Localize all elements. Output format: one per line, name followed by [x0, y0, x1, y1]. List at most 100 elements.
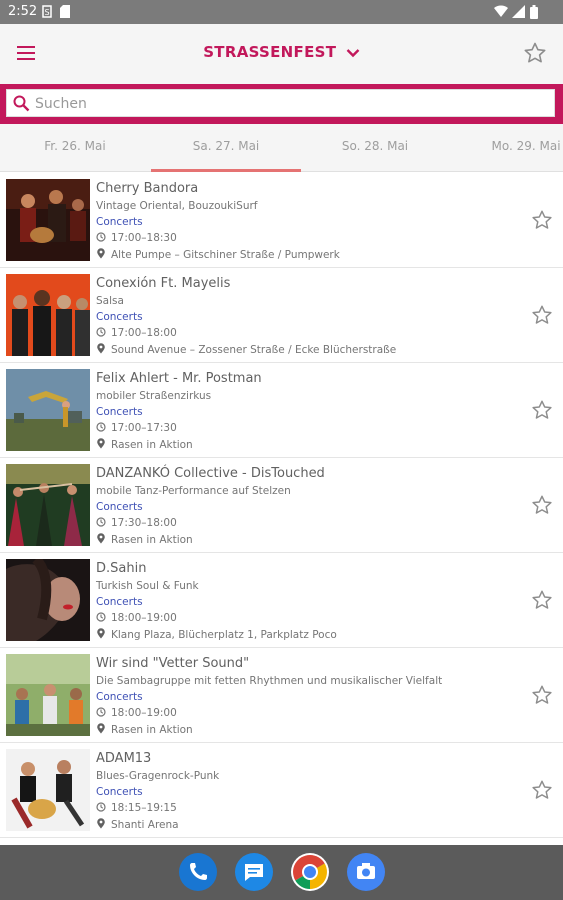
event-photo: [6, 179, 90, 261]
clock-icon: [96, 612, 106, 625]
event-photo: [6, 654, 90, 736]
event-item[interactable]: D.Sahin Turkish Soul & Funk Concerts 18:…: [0, 553, 563, 648]
event-time-row: 17:00–18:00: [96, 327, 177, 340]
event-time: 17:00–18:00: [111, 327, 177, 339]
event-location: Alte Pumpe – Gitschiner Straße / Pumpwer…: [111, 249, 340, 261]
event-time-row: 17:00–18:30: [96, 232, 177, 245]
day-tabs: Fr. 26. Mai Sa. 27. Mai So. 28. Mai Mo. …: [0, 124, 563, 172]
event-category: Concerts: [96, 406, 143, 418]
event-location-row: Rasen in Aktion: [96, 438, 193, 452]
event-category: Concerts: [96, 786, 143, 798]
event-photo: [6, 369, 90, 451]
event-photo: [6, 464, 90, 546]
svg-text:S: S: [45, 8, 50, 17]
app-dock: [0, 845, 563, 900]
event-item[interactable]: DANZANKÓ Collective - DisTouched mobile …: [0, 458, 563, 553]
active-tab-indicator: [151, 169, 301, 172]
event-time-row: 18:15–19:15: [96, 802, 177, 815]
tab-fr-26-mai[interactable]: Fr. 26. Mai: [0, 139, 150, 153]
sd-card-icon: [60, 5, 70, 22]
event-location: Shanti Arena: [111, 819, 179, 831]
event-category: Concerts: [96, 596, 143, 608]
event-time-row: 17:30–18:00: [96, 517, 177, 530]
app-bar: STRASSENFEST: [0, 24, 563, 84]
event-category: Concerts: [96, 691, 143, 703]
festival-selector[interactable]: STRASSENFEST: [0, 43, 563, 62]
favorite-star-icon[interactable]: [531, 304, 553, 330]
favorite-star-icon[interactable]: [531, 494, 553, 520]
clock-icon: [96, 517, 106, 530]
event-time: 18:00–19:00: [111, 707, 177, 719]
event-list: Cherry Bandora Vintage Oriental, Bouzouk…: [0, 173, 563, 838]
event-time: 17:30–18:00: [111, 517, 177, 529]
search-input[interactable]: [33, 93, 537, 115]
messages-app-icon[interactable]: [235, 853, 273, 891]
location-pin-icon: [96, 343, 106, 357]
event-location-row: Rasen in Aktion: [96, 533, 193, 547]
favorite-star-icon[interactable]: [531, 684, 553, 710]
event-subtitle: Salsa: [96, 295, 124, 307]
event-item[interactable]: Wir sind "Vetter Sound" Die Sambagruppe …: [0, 648, 563, 743]
event-photo: [6, 274, 90, 356]
event-title: Cherry Bandora: [96, 181, 199, 196]
event-item[interactable]: Felix Ahlert - Mr. Postman mobiler Straß…: [0, 363, 563, 458]
event-time-row: 18:00–19:00: [96, 612, 177, 625]
event-photo: [6, 559, 90, 641]
location-pin-icon: [96, 248, 106, 262]
event-time-row: 18:00–19:00: [96, 707, 177, 720]
event-subtitle: Blues-Gragenrock-Punk: [96, 770, 220, 782]
favorite-star-icon[interactable]: [531, 399, 553, 425]
event-location: Rasen in Aktion: [111, 724, 193, 736]
event-time: 18:15–19:15: [111, 802, 177, 814]
search-box: [6, 89, 555, 117]
clock-icon: [96, 232, 106, 245]
wifi-icon: [494, 5, 508, 22]
status-time: 2:52: [8, 4, 38, 19]
event-subtitle: mobiler Straßenzirkus: [96, 390, 212, 402]
event-title: Wir sind "Vetter Sound": [96, 656, 250, 671]
event-location-row: Sound Avenue – Zossener Straße / Ecke Bl…: [96, 343, 396, 357]
clock-icon: [96, 327, 106, 340]
event-location: Rasen in Aktion: [111, 534, 193, 546]
clock-icon: [96, 707, 106, 720]
event-photo: [6, 749, 90, 831]
phone-app-icon[interactable]: [179, 853, 217, 891]
event-subtitle: Turkish Soul & Funk: [96, 580, 199, 592]
clock-icon: [96, 802, 106, 815]
battery-icon: [530, 5, 538, 23]
event-location-row: Klang Plaza, Blücherplatz 1, Parkplatz P…: [96, 628, 337, 642]
event-title: D.Sahin: [96, 561, 147, 576]
event-title: Felix Ahlert - Mr. Postman: [96, 371, 262, 386]
search-bar: [0, 84, 563, 124]
event-location: Rasen in Aktion: [111, 439, 193, 451]
event-item[interactable]: Cherry Bandora Vintage Oriental, Bouzouk…: [0, 173, 563, 268]
event-title: ADAM13: [96, 751, 152, 766]
location-pin-icon: [96, 723, 106, 737]
chrome-app-icon[interactable]: [291, 853, 329, 891]
event-location-row: Rasen in Aktion: [96, 723, 193, 737]
favorite-star-icon[interactable]: [531, 209, 553, 235]
event-location-row: Alte Pumpe – Gitschiner Straße / Pumpwer…: [96, 248, 340, 262]
event-time: 17:00–18:30: [111, 232, 177, 244]
event-time: 17:00–17:30: [111, 422, 177, 434]
event-item[interactable]: Conexión Ft. Mayelis Salsa Concerts 17:0…: [0, 268, 563, 363]
cell-signal-icon: [512, 5, 525, 22]
location-pin-icon: [96, 438, 106, 452]
favorite-star-icon[interactable]: [531, 779, 553, 805]
favorites-star-icon[interactable]: [523, 41, 547, 69]
event-location: Klang Plaza, Blücherplatz 1, Parkplatz P…: [111, 629, 337, 641]
location-pin-icon: [96, 818, 106, 832]
event-title: DANZANKÓ Collective - DisTouched: [96, 466, 325, 481]
tab-sa-27-mai[interactable]: Sa. 27. Mai: [151, 139, 301, 153]
event-item[interactable]: ADAM13 Blues-Gragenrock-Punk Concerts 18…: [0, 743, 563, 838]
notification-icon: S: [42, 5, 52, 22]
favorite-star-icon[interactable]: [531, 589, 553, 615]
tab-mo-29-mai[interactable]: Mo. 29. Mai: [451, 139, 563, 153]
event-location: Sound Avenue – Zossener Straße / Ecke Bl…: [111, 344, 397, 356]
location-pin-icon: [96, 628, 106, 642]
event-time: 18:00–19:00: [111, 612, 177, 624]
tab-so-28-mai[interactable]: So. 28. Mai: [300, 139, 450, 153]
event-category: Concerts: [96, 501, 143, 513]
camera-app-icon[interactable]: [347, 853, 385, 891]
status-bar: 2:52 S: [0, 0, 563, 24]
